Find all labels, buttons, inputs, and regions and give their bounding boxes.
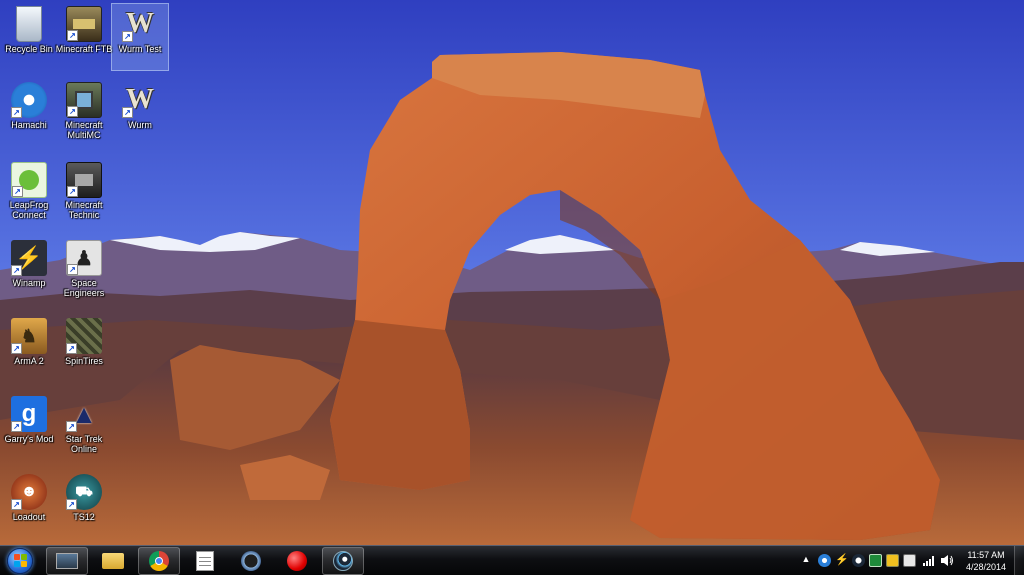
desktop-icon-garrys-mod[interactable]: g ↗ Garry's Mod [1,394,57,460]
shortcut-arrow-icon: ↗ [67,30,78,41]
icon-label: Hamachi [11,120,47,130]
clock-date: 4/28/2014 [965,562,1007,572]
taskbar-button-explorer[interactable] [92,547,134,575]
icon-label: SpinTires [65,356,103,366]
shortcut-arrow-icon: ↗ [122,31,133,42]
wurm-icon: W ↗ [122,82,158,118]
teamspeak-icon [241,551,261,571]
star-trek-online-icon: ▲ ↗ [66,396,102,432]
clock-time: 11:57 AM [967,550,1005,560]
taskbar-button-computer[interactable] [46,547,88,575]
desktop-icon-winamp[interactable]: ⚡ ↗ Winamp [1,238,57,304]
icon-label: Winamp [12,278,46,288]
icon-label: Wurm Test [118,44,162,54]
volume-icon[interactable] [940,554,953,567]
icon-label: Space Engineers [63,278,105,298]
recycle-bin-icon [16,6,42,42]
desktop-icon-hamachi[interactable]: ↗ Hamachi [1,80,57,146]
desktop-icon-space-engineers[interactable]: ♟ ↗ Space Engineers [56,238,112,304]
desktop-icon-minecraft-multimc[interactable]: ↗ Minecraft MultiMC [56,80,112,146]
icon-label: Recycle Bin [5,44,53,54]
notepad-icon [196,551,214,571]
start-button[interactable] [3,546,37,575]
icon-label: Garry's Mod [4,434,54,444]
shortcut-arrow-icon: ↗ [66,421,77,432]
windows-start-orb-icon [7,547,33,574]
shortcut-arrow-icon: ↗ [66,343,77,354]
file-explorer-folder-icon [102,553,124,569]
minecraft-multimc-icon: ↗ [66,82,102,118]
desktop-icon-leapfrog[interactable]: ↗ LeapFrog Connect [1,160,57,226]
show-desktop-button[interactable] [1014,546,1024,575]
steam-icon [333,551,353,571]
shortcut-arrow-icon: ↗ [67,106,78,117]
shortcut-arrow-icon: ↗ [122,107,133,118]
shortcut-arrow-icon: ↗ [12,186,23,197]
loadout-icon: ☻ ↗ [11,474,47,510]
shortcut-arrow-icon: ↗ [67,264,78,275]
winamp-icon: ⚡ ↗ [11,240,47,276]
desktop-icon-minecraft-ftb[interactable]: ↗ Minecraft FTB [56,4,112,70]
garrys-mod-icon: g ↗ [11,396,47,432]
desktop-icon-wurm-test[interactable]: W ↗ Wurm Test [111,3,169,71]
icon-label: LeapFrog Connect [9,200,49,220]
system-clock[interactable]: 11:57 AM 4/28/2014 [960,549,1012,573]
taskbar-button-teamspeak[interactable] [230,547,272,575]
desktop-icon-wurm[interactable]: W ↗ Wurm [112,80,168,146]
arma-2-icon: ♞ ↗ [11,318,47,354]
shortcut-arrow-icon: ↗ [11,499,22,510]
icon-label: TS12 [73,512,95,522]
minecraft-ftb-icon: ↗ [66,6,102,42]
ts12-icon: ⛟ ↗ [66,474,102,510]
space-engineers-icon: ♟ ↗ [66,240,102,276]
taskbar-button-steam[interactable] [322,547,364,575]
desktop-icon-recycle-bin[interactable]: Recycle Bin [1,4,57,70]
icon-label: Minecraft MultiMC [65,120,103,140]
icon-label: Minecraft Technic [65,200,103,220]
spintires-icon: ↗ [66,318,102,354]
show-hidden-icons-button[interactable]: ▲ [800,554,812,568]
green-app-tray-icon[interactable] [869,554,882,567]
shortcut-arrow-icon: ↗ [11,107,22,118]
shortcut-arrow-icon: ↗ [66,499,77,510]
taskbar-button-chrome[interactable] [138,547,180,575]
chrome-icon [149,551,169,571]
desktop-icon-arma-2[interactable]: ♞ ↗ ArmA 2 [1,316,57,382]
taskbar-button-record[interactable] [276,547,318,575]
shortcut-arrow-icon: ↗ [11,265,22,276]
icon-label: Loadout [12,512,46,522]
icon-label: Star Trek Online [65,434,103,454]
desktop-icon-ts12[interactable]: ⛟ ↗ TS12 [56,472,112,538]
lightning-tray-icon[interactable]: ⚡ [835,554,849,567]
power-tray-icon[interactable] [903,554,916,567]
hamachi-tray-icon[interactable] [818,554,831,567]
steam-tray-icon[interactable] [852,554,865,567]
desktop-icon-minecraft-technic[interactable]: ↗ Minecraft Technic [56,160,112,226]
wurm-test-icon: W ↗ [122,6,158,42]
desktop-icon-star-trek-online[interactable]: ▲ ↗ Star Trek Online [56,394,112,460]
norton-tray-icon[interactable] [886,554,899,567]
network-signal-icon[interactable] [922,554,935,567]
windows-explorer-computer-icon [56,553,78,569]
desktop-icon-loadout[interactable]: ☻ ↗ Loadout [1,472,57,538]
desktop-icon-spintires[interactable]: ↗ SpinTires [56,316,112,382]
shortcut-arrow-icon: ↗ [11,421,22,432]
taskbar: ▲ ⚡ 11:57 AM 4/28/2014 [0,545,1024,575]
icon-label: Minecraft FTB [55,44,113,54]
hamachi-icon: ↗ [11,82,47,118]
minecraft-technic-icon: ↗ [66,162,102,198]
icon-label: Wurm [128,120,152,130]
shortcut-arrow-icon: ↗ [67,186,78,197]
icon-label: ArmA 2 [14,356,44,366]
leapfrog-connect-icon: ↗ [11,162,47,198]
shortcut-arrow-icon: ↗ [11,343,22,354]
taskbar-button-notepad[interactable] [184,547,226,575]
record-icon [287,551,307,571]
